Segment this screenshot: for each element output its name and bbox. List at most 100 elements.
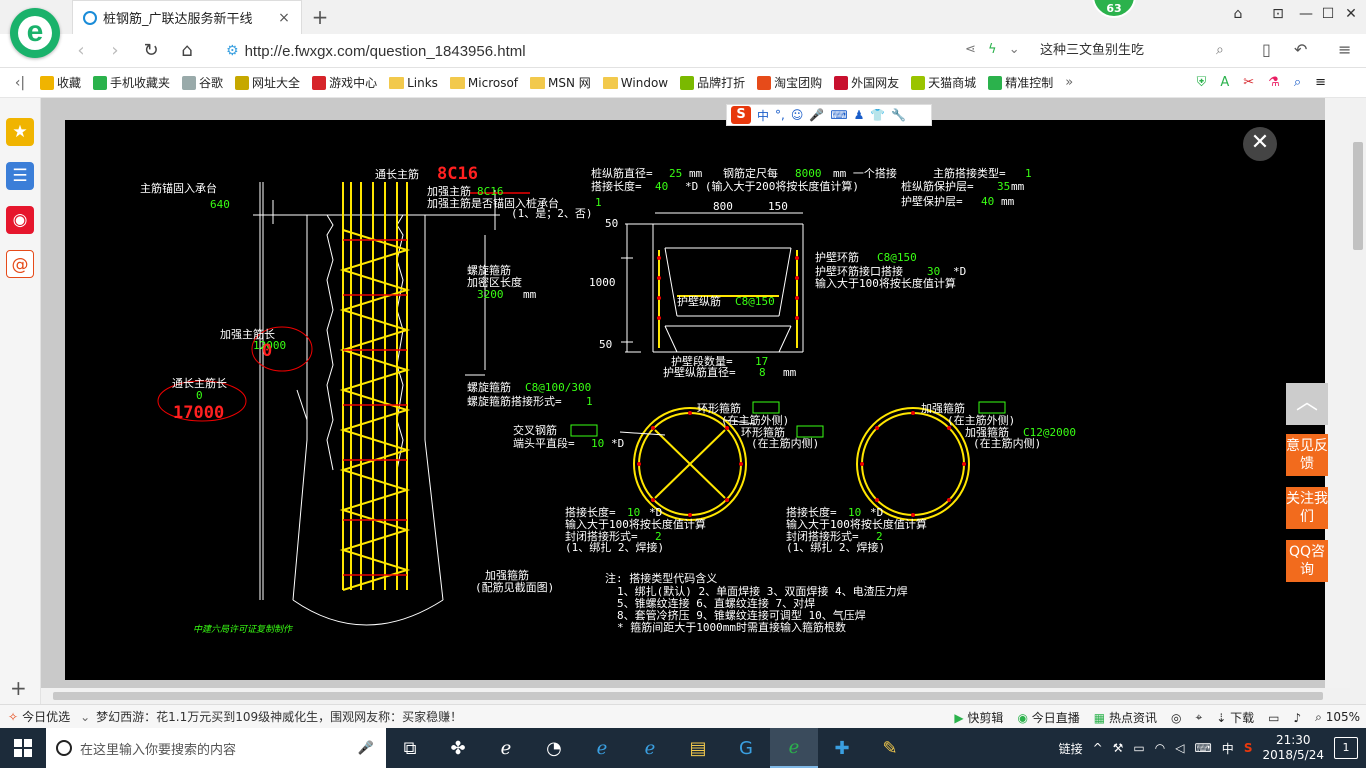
skin-icon[interactable]: 👕: [870, 108, 885, 122]
home-button[interactable]: ⌂: [176, 40, 198, 62]
keyboard-icon[interactable]: ⌨: [830, 108, 847, 122]
reader-icon[interactable]: ☰: [6, 162, 34, 190]
url-field[interactable]: ⚙ http://e.fwxgx.com/question_1843956.ht…: [226, 40, 826, 62]
bookmark-item[interactable]: 收藏: [40, 74, 81, 91]
sound-icon[interactable]: ♪: [1293, 711, 1301, 725]
mail-icon[interactable]: @: [6, 250, 34, 278]
microphone-icon[interactable]: 🎤: [809, 108, 824, 122]
reload-button[interactable]: ↻: [140, 40, 162, 62]
fan-app-icon[interactable]: ✤: [434, 728, 482, 768]
ie-blue-icon[interactable]: ℯ: [626, 728, 674, 768]
notes-app-icon[interactable]: ✎: [866, 728, 914, 768]
restore-tabs-icon[interactable]: ⊡: [1268, 6, 1288, 26]
bookmark-item[interactable]: 网址大全: [235, 74, 300, 91]
clock[interactable]: 21:30 2018/5/24: [1262, 733, 1324, 763]
search-icon[interactable]: ⌕: [1216, 42, 1224, 58]
viewer-close-button[interactable]: ✕: [1243, 127, 1277, 161]
tray-expand-icon[interactable]: ^: [1093, 741, 1103, 755]
lightning-icon[interactable]: ϟ: [988, 42, 997, 57]
edge-icon[interactable]: ℯ: [578, 728, 626, 768]
forward-button[interactable]: ›: [104, 40, 126, 62]
scroll-thumb[interactable]: [1353, 142, 1363, 250]
today-picks[interactable]: ✧ 今日优选: [8, 708, 70, 725]
add-panel-icon[interactable]: +: [10, 676, 27, 700]
maximize-button[interactable]: ☐: [1318, 6, 1338, 26]
new-tab-button[interactable]: +: [310, 5, 330, 29]
weibo-icon[interactable]: ◉: [6, 206, 34, 234]
undo-icon[interactable]: ↶: [1294, 40, 1307, 59]
bookmark-item[interactable]: 淘宝团购: [757, 74, 822, 91]
bookmark-item[interactable]: Window: [602, 76, 668, 90]
bookmark-menu-icon[interactable]: ≡: [1315, 75, 1326, 90]
translate-icon[interactable]: A: [1220, 75, 1229, 90]
task-view-icon[interactable]: ⧉: [386, 728, 434, 768]
window-icon[interactable]: ▭: [1268, 711, 1279, 725]
zoom-level[interactable]: ⌕ 105%: [1315, 710, 1360, 725]
wrench-icon[interactable]: 🔧: [891, 108, 906, 122]
shield-icon[interactable]: ⛨: [1197, 75, 1207, 90]
tray-link[interactable]: 链接: [1059, 740, 1083, 757]
minimize-button[interactable]: —: [1296, 6, 1316, 26]
keyboard-icon[interactable]: ⌨: [1194, 741, 1211, 755]
ime-indicator[interactable]: 中: [1222, 740, 1234, 757]
tab-close-icon[interactable]: ×: [277, 10, 291, 26]
clean-icon[interactable]: ⌖: [1195, 710, 1202, 725]
vertical-scrollbar[interactable]: [1350, 98, 1366, 704]
emoji-icon[interactable]: ☺: [791, 108, 804, 122]
favorites-icon[interactable]: ★: [6, 118, 34, 146]
follow-us-button[interactable]: 关注我们: [1286, 487, 1328, 529]
battery-icon[interactable]: ▭: [1133, 741, 1144, 755]
bookmark-item[interactable]: Microsof: [449, 76, 518, 90]
download-button[interactable]: ⇣ 下载: [1216, 709, 1254, 726]
g-app-icon[interactable]: G: [722, 728, 770, 768]
bookmark-item[interactable]: 游戏中心: [312, 74, 377, 91]
bookmark-item[interactable]: 手机收藏夹: [93, 74, 170, 91]
skin-icon[interactable]: ⌂: [1228, 6, 1248, 26]
tab-active[interactable]: 桩钢筋_广联达服务新干线 ×: [72, 0, 302, 34]
bookmark-item[interactable]: Links: [389, 76, 438, 90]
feedback-button[interactable]: 意见反馈: [1286, 434, 1328, 476]
bookmark-item[interactable]: 外国网友: [834, 74, 899, 91]
network-app-icon[interactable]: ⚒: [1113, 741, 1124, 755]
speed-icon[interactable]: ◎: [1171, 711, 1181, 725]
volume-icon[interactable]: ◁: [1175, 741, 1184, 755]
browser-taskbar-icon[interactable]: ℯ: [770, 728, 818, 768]
scissors-icon[interactable]: ✂: [1243, 75, 1254, 90]
share-icon[interactable]: ⋖: [965, 42, 976, 57]
app-icon[interactable]: ◔: [530, 728, 578, 768]
file-explorer-icon[interactable]: ▤: [674, 728, 722, 768]
browser-logo[interactable]: e: [10, 8, 60, 58]
lab-icon[interactable]: ⚗: [1268, 75, 1280, 90]
back-to-top-button[interactable]: ︿: [1286, 383, 1328, 425]
ime-toolbar[interactable]: S 中 °, ☺ 🎤 ⌨ ♟ 👕 🔧: [726, 104, 932, 126]
news-ticker[interactable]: ⌄ 梦幻西游：花1.1万元买到109级神威化生，围观网友称：买家稳赚！: [80, 708, 462, 725]
taskbar-search-input[interactable]: 在这里输入你要搜索的内容 🎤: [46, 728, 386, 768]
phone-icon[interactable]: ▯: [1262, 40, 1271, 59]
user-icon[interactable]: ♟: [854, 108, 865, 122]
quick-cut-button[interactable]: ▶ 快剪辑: [954, 709, 1003, 726]
scroll-thumb[interactable]: [53, 692, 1323, 700]
qq-consult-button[interactable]: QQ咨询: [1286, 540, 1328, 582]
bookmark-item[interactable]: 精准控制: [988, 74, 1053, 91]
chevron-down-icon[interactable]: ⌄: [1009, 42, 1020, 57]
close-window-button[interactable]: ✕: [1341, 6, 1361, 26]
bookmark-item[interactable]: 谷歌: [182, 74, 223, 91]
bookmarks-more-icon[interactable]: »: [1065, 75, 1073, 90]
back-button[interactable]: ‹: [70, 40, 92, 62]
bookmark-item[interactable]: 天猫商城: [911, 74, 976, 91]
punctuation-icon[interactable]: °,: [775, 108, 785, 122]
search-input[interactable]: 这种三文鱼别生吃: [1040, 40, 1240, 62]
menu-icon[interactable]: ≡: [1338, 40, 1351, 59]
bookmark-item[interactable]: 品牌打折: [680, 74, 745, 91]
ime-lang[interactable]: 中: [757, 107, 769, 124]
hot-news-button[interactable]: ▦ 热点资讯: [1094, 709, 1157, 726]
wifi-icon[interactable]: ◠: [1155, 741, 1165, 755]
action-center-icon[interactable]: 1: [1334, 737, 1358, 759]
ie-icon[interactable]: ℯ: [482, 728, 530, 768]
sidebar-toggle-icon[interactable]: ‹|: [0, 75, 40, 91]
microphone-icon[interactable]: 🎤: [358, 741, 374, 756]
zoom-icon[interactable]: ⌕: [1294, 75, 1301, 90]
sogou-logo-icon[interactable]: S: [731, 106, 751, 124]
cross-app-icon[interactable]: ✚: [818, 728, 866, 768]
live-button[interactable]: ◉ 今日直播: [1017, 709, 1079, 726]
